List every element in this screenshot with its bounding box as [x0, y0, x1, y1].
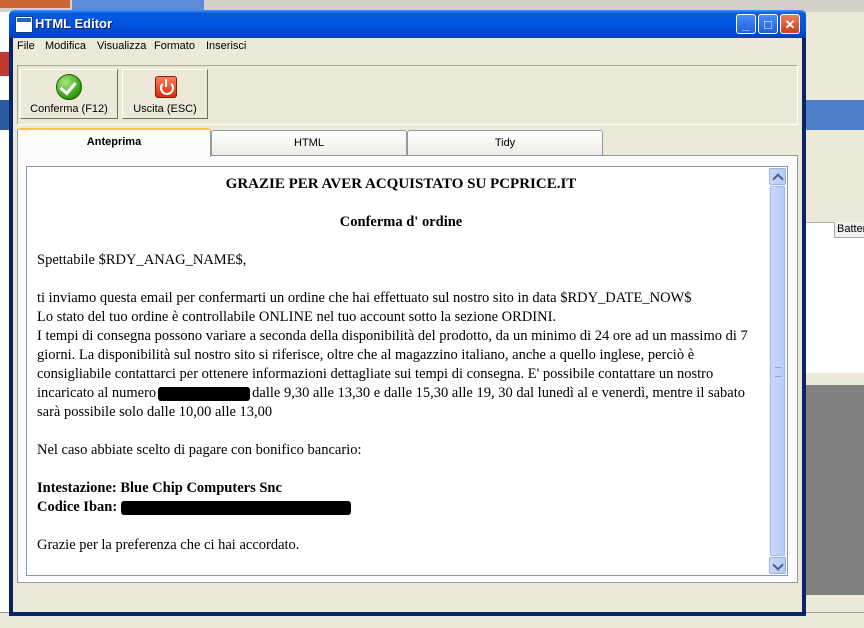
- editor-tabs: Anteprima HTML Tidy: [17, 128, 798, 157]
- background-grid: [806, 222, 864, 373]
- body-paragraph: ti inviamo questa email per confermarti …: [37, 289, 765, 422]
- title-bar[interactable]: HTML Editor _ □ ✕: [9, 10, 806, 38]
- exit-button[interactable]: Uscita (ESC): [122, 69, 208, 119]
- tab-html[interactable]: HTML: [211, 130, 407, 156]
- app-window-icon: [15, 16, 33, 33]
- tab-panel-anteprima: GRAZIE PER AVER ACQUISTATO SU PCPRICE.IT…: [17, 155, 798, 583]
- menu-modifica[interactable]: Modifica: [45, 40, 86, 52]
- exit-button-label: Uscita (ESC): [133, 103, 197, 115]
- body-line-order-date: ti inviamo questa email per confermarti …: [37, 290, 692, 306]
- check-icon: [56, 74, 82, 100]
- menu-inserisci[interactable]: Inserisci: [206, 40, 246, 52]
- confirm-button[interactable]: Conferma (F12): [20, 69, 118, 119]
- closing-text: Grazie per la preferenza che ci hai acco…: [37, 537, 300, 553]
- background-tab-red: [0, 0, 70, 8]
- background-grey-area: [806, 385, 864, 595]
- iban-label: Codice Iban:: [37, 499, 118, 515]
- tab-tidy[interactable]: Tidy: [407, 130, 603, 156]
- close-button[interactable]: ✕: [780, 14, 800, 34]
- intestazione: Intestazione: Blue Chip Computers Snc: [37, 480, 282, 496]
- bonifico-text: Nel caso abbiate scelto di pagare con bo…: [37, 442, 362, 458]
- menu-file[interactable]: File: [17, 40, 35, 52]
- menu-bar: File Modifica Visualizza Formato Inseris…: [13, 38, 802, 56]
- html-preview[interactable]: GRAZIE PER AVER ACQUISTATO SU PCPRICE.IT…: [26, 166, 788, 576]
- redacted-iban: [121, 500, 352, 515]
- body-line-order-status: Lo stato del tuo ordine è controllabile …: [37, 309, 557, 325]
- vertical-scrollbar[interactable]: [769, 168, 786, 574]
- greeting: Spettabile $RDY_ANAG_NAME$,: [37, 252, 247, 268]
- window-title: HTML Editor: [35, 16, 113, 31]
- html-editor-window: HTML Editor _ □ ✕ File Modifica Visualiz…: [9, 10, 806, 616]
- background-grid-column-header: Batter: [834, 222, 864, 238]
- toolbar: Conferma (F12) Uscita (ESC): [17, 65, 798, 125]
- bank-details: Intestazione: Blue Chip Computers Snc Co…: [37, 479, 765, 517]
- menu-visualizza[interactable]: Visualizza: [97, 40, 146, 52]
- window-client-area: File Modifica Visualizza Formato Inseris…: [13, 38, 802, 612]
- scroll-thumb[interactable]: [770, 186, 785, 556]
- menu-formato[interactable]: Formato: [154, 40, 195, 52]
- maximize-button[interactable]: □: [758, 14, 778, 34]
- redacted-phone-number: [158, 386, 251, 401]
- confirm-button-label: Conferma (F12): [30, 103, 108, 115]
- preview-document: GRAZIE PER AVER ACQUISTATO SU PCPRICE.IT…: [37, 175, 765, 574]
- minimize-button[interactable]: _: [736, 14, 756, 34]
- power-icon: [155, 76, 177, 98]
- grip-icon: [775, 367, 781, 377]
- background-right-blue-bar: [806, 100, 864, 130]
- scroll-down-arrow-icon[interactable]: [769, 557, 786, 574]
- scroll-up-arrow-icon[interactable]: [769, 168, 786, 185]
- document-subtitle: Conferma d' ordine: [339, 214, 463, 230]
- document-title: GRAZIE PER AVER ACQUISTATO SU PCPRICE.IT: [225, 176, 577, 192]
- tab-anteprima[interactable]: Anteprima: [17, 128, 211, 157]
